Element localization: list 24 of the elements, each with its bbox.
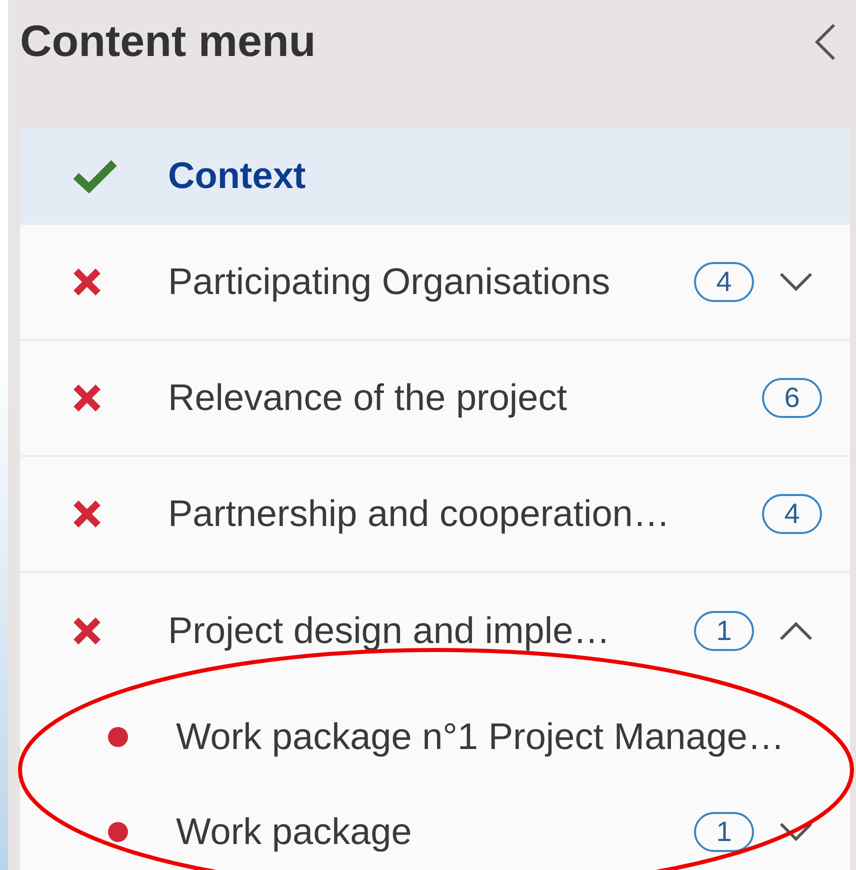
submenu-item[interactable]: Work package 1 [20,784,850,870]
panel-title: Content menu [20,17,316,67]
count-badge: 1 [694,611,754,651]
submenu-item[interactable]: Work package n°1 Project Manage… [20,689,850,784]
cross-icon [72,499,102,529]
count-badge: 4 [694,262,754,302]
status-dot [108,726,128,746]
status-dot [108,822,128,842]
menu-item[interactable]: Partnership and cooperation… 4 [20,457,850,573]
cross-icon [72,383,102,413]
count-badge: 4 [762,494,822,534]
cross-icon [72,616,102,646]
count-badge: 1 [694,812,754,852]
count-badge: 6 [762,378,822,418]
collapse-button[interactable] [812,22,838,62]
cross-icon [72,267,102,297]
chevron-down-icon[interactable] [778,822,814,842]
chevron-down-icon[interactable] [778,272,814,292]
chevron-up-icon[interactable] [778,621,814,641]
menu-item[interactable]: Context [20,128,850,225]
menu-item[interactable]: Relevance of the project 6 [20,341,850,457]
check-icon [72,158,118,194]
menu-item[interactable]: Project design and imple… 1 [20,573,850,689]
menu-item[interactable]: Participating Organisations 4 [20,225,850,341]
